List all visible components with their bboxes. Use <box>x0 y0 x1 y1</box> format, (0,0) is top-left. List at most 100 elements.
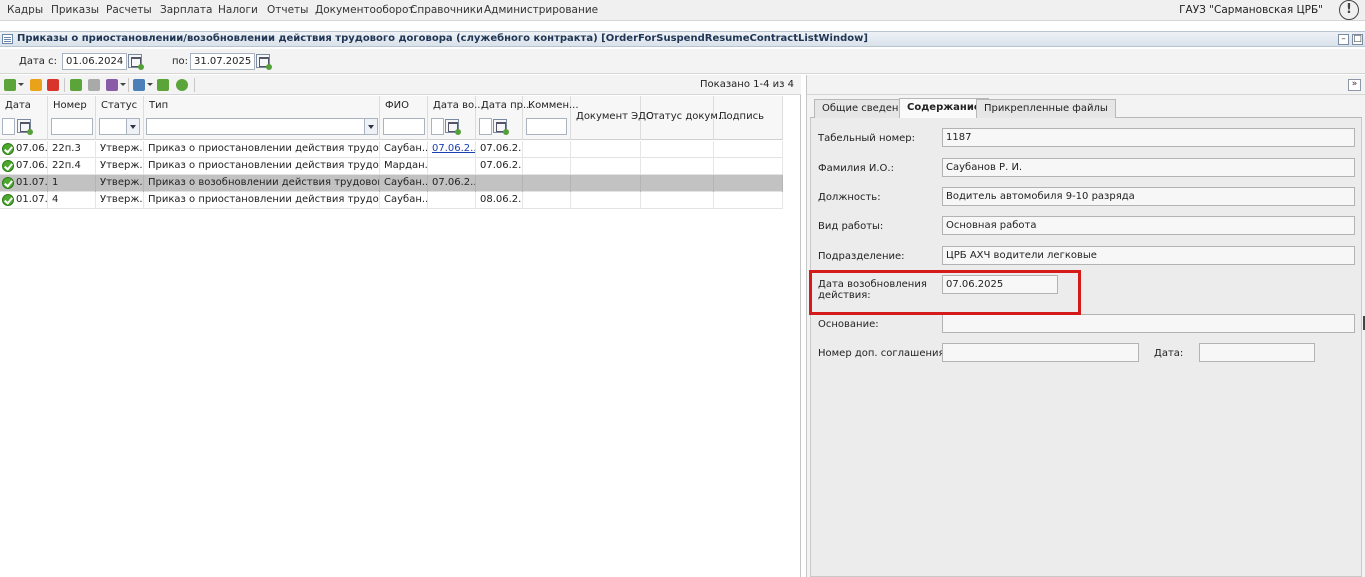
column-header-fio[interactable]: ФИО <box>380 96 428 140</box>
column-header-resume-date[interactable]: Дата во... <box>428 96 484 140</box>
calendar-icon[interactable] <box>256 54 272 70</box>
column-header-doc-status[interactable]: Статус докум... <box>641 96 727 140</box>
calendar-icon[interactable] <box>493 119 509 135</box>
cell-type: Приказ о возобновлении действия трудовог… <box>144 175 380 192</box>
cell-type: Приказ о приостановлении действия трудов… <box>144 192 380 209</box>
column-header-type[interactable]: Тип <box>144 96 380 140</box>
approve-icon[interactable] <box>70 79 82 91</box>
column-header-comment[interactable]: Коммен... <box>523 96 579 140</box>
cell-doc-status <box>641 192 714 209</box>
menu-item-prikazy[interactable]: Приказы <box>51 4 99 16</box>
collapse-panel-button[interactable]: » <box>1348 79 1361 91</box>
type-filter-select[interactable] <box>146 118 378 135</box>
menu-item-administrirovanie[interactable]: Администрирование <box>484 4 598 16</box>
column-header-status[interactable]: Статус <box>96 96 144 140</box>
agreement-date-label: Дата: <box>1154 348 1184 359</box>
actions-icon[interactable] <box>106 79 118 91</box>
cell-edo <box>571 158 641 175</box>
menu-item-zarplata[interactable]: Зарплата <box>160 4 212 16</box>
tab-number-field[interactable]: 1187 <box>942 128 1355 147</box>
organization-name[interactable]: ГАУЗ "Сармановская ЦРБ" <box>1179 4 1323 16</box>
details-panel-header: » <box>807 75 1365 95</box>
cell-number: 22п.3 <box>48 141 96 158</box>
tab-attached-files[interactable]: Прикрепленные файлы <box>976 99 1116 118</box>
column-header-sign[interactable]: Подпись <box>714 96 783 140</box>
add-dropdown-caret[interactable] <box>18 83 24 86</box>
cell-sign <box>714 175 783 192</box>
pager-status: Показано 1-4 из 4 <box>700 79 794 90</box>
cell-status: Утверж... <box>96 192 144 209</box>
list-toolbar: Показано 1-4 из 4 <box>0 75 801 95</box>
cell-date: 07.06... <box>12 158 48 175</box>
cell-resume-date-link[interactable]: 07.06.2... <box>428 141 476 158</box>
calendar-icon[interactable] <box>17 119 33 135</box>
cell-sign <box>714 141 783 158</box>
date-to-field[interactable]: 31.07.2025 <box>190 53 255 70</box>
comment-filter-input[interactable] <box>526 118 567 135</box>
cell-type: Приказ о приостановлении действия трудов… <box>144 158 380 175</box>
column-header-edo[interactable]: Документ ЭДО <box>571 96 654 140</box>
actions-dropdown-caret[interactable] <box>120 83 126 86</box>
department-field[interactable]: ЦРБ АХЧ водители легковые <box>942 246 1355 265</box>
print-icon[interactable] <box>133 79 145 91</box>
work-type-label: Вид работы: <box>818 221 884 232</box>
position-field[interactable]: Водитель автомобиля 9-10 разряда <box>942 187 1355 206</box>
suspend-date-filter-input[interactable] <box>479 118 492 135</box>
delete-icon[interactable] <box>47 79 59 91</box>
calendar-icon[interactable] <box>445 119 461 135</box>
cell-suspend-date: 08.06.2... <box>476 192 523 209</box>
chevron-down-icon[interactable] <box>126 119 139 134</box>
add-icon[interactable] <box>4 79 16 91</box>
alert-icon[interactable]: ! <box>1339 0 1359 20</box>
date-from-field[interactable]: 01.06.2024 <box>62 53 127 70</box>
cell-fio: Саубан... <box>380 141 428 158</box>
cell-suspend-date: 07.06.2... <box>476 141 523 158</box>
chevron-down-icon[interactable] <box>364 119 377 134</box>
toolbar-separator <box>64 78 65 92</box>
cell-fio: Саубан... <box>380 192 428 209</box>
minimize-button[interactable]: – <box>1338 34 1349 45</box>
edit-icon[interactable] <box>30 79 42 91</box>
column-header-number[interactable]: Номер <box>48 96 96 140</box>
number-filter-input[interactable] <box>51 118 93 135</box>
resume-date-filter-input[interactable] <box>431 118 444 135</box>
menu-item-raschety[interactable]: Расчеты <box>106 4 152 16</box>
fio-field[interactable]: Саубанов Р. И. <box>942 158 1355 177</box>
unapprove-icon[interactable] <box>88 79 100 91</box>
cell-edo <box>571 192 641 209</box>
table-row-selected[interactable]: 01.07... 1 Утверж... Приказ о возобновле… <box>0 175 783 192</box>
table-row[interactable]: 07.06... 22п.4 Утверж... Приказ о приост… <box>0 158 783 175</box>
status-filter-select[interactable] <box>99 118 140 135</box>
basis-field[interactable] <box>942 314 1355 333</box>
agreement-number-field[interactable] <box>942 343 1139 362</box>
agreement-date-field[interactable] <box>1199 343 1315 362</box>
work-type-field[interactable]: Основная работа <box>942 216 1355 235</box>
print-dropdown-caret[interactable] <box>147 83 153 86</box>
fio-filter-input[interactable] <box>383 118 425 135</box>
menu-item-nalogi[interactable]: Налоги <box>218 4 258 16</box>
highlight-box <box>809 270 1081 315</box>
cell-doc-status <box>641 175 714 192</box>
menu-item-otchety[interactable]: Отчеты <box>267 4 308 16</box>
column-header-date[interactable]: Дата <box>0 96 48 140</box>
menu-item-kadry[interactable]: Кадры <box>7 4 43 16</box>
fio-label: Фамилия И.О.: <box>818 163 894 174</box>
cell-comment <box>523 141 571 158</box>
table-row[interactable]: 07.06... 22п.3 Утверж... Приказ о приост… <box>0 141 783 158</box>
cell-date: 01.07... <box>12 175 48 192</box>
export-icon[interactable] <box>157 79 169 91</box>
calendar-icon[interactable] <box>128 54 144 70</box>
cell-status: Утверж... <box>96 158 144 175</box>
table-row[interactable]: 01.07... 4 Утверж... Приказ о приостанов… <box>0 192 783 209</box>
refresh-icon[interactable] <box>176 79 188 91</box>
cell-resume-date: 07.06.2... <box>428 175 476 192</box>
cell-comment <box>523 192 571 209</box>
menu-item-documentooborot[interactable]: Документооборот <box>315 4 415 16</box>
grid-header: Дата Номер Статус Тип ФИО Дата во... Дат… <box>0 96 783 140</box>
menu-item-spravochniki[interactable]: Справочники <box>410 4 483 16</box>
column-header-suspend-date[interactable]: Дата пр... <box>476 96 533 140</box>
maximize-button[interactable]: □ <box>1352 34 1363 45</box>
cell-comment <box>523 175 571 192</box>
date-filter-input[interactable] <box>2 118 15 135</box>
cell-type: Приказ о приостановлении действия трудов… <box>144 141 380 158</box>
